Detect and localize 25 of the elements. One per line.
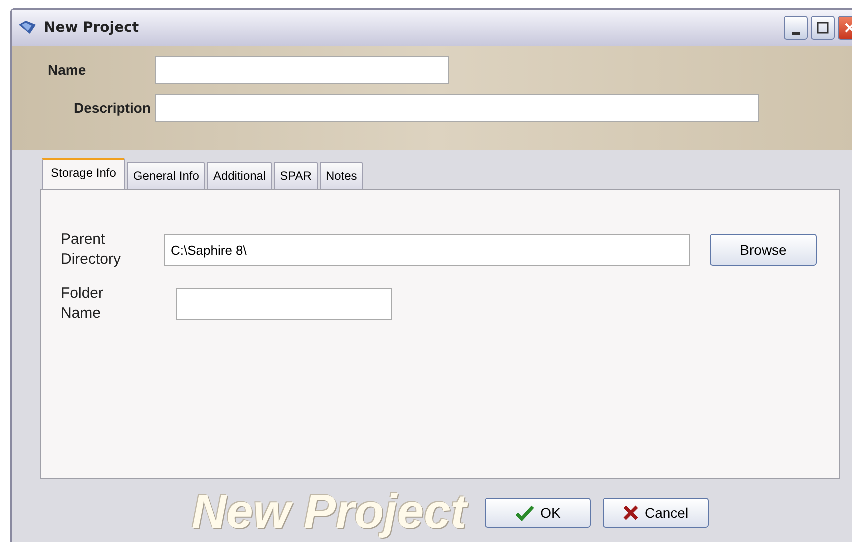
maximize-button[interactable]	[811, 16, 835, 40]
field-label: Folder Name	[61, 284, 105, 324]
app-icon	[18, 20, 38, 36]
minimize-button[interactable]	[784, 16, 808, 40]
tab[interactable]: General Info	[127, 162, 206, 189]
tab[interactable]: Additional	[207, 162, 272, 189]
ok-button[interactable]: OK	[484, 498, 591, 528]
text-field[interactable]: C:\Saphire 8\	[164, 234, 690, 266]
banner-text: New Project	[192, 486, 467, 540]
checkmark-icon	[514, 505, 535, 521]
window-title: New Project	[44, 20, 140, 36]
field-label: Name	[47, 62, 88, 78]
text-field[interactable]	[176, 288, 392, 320]
browse-button[interactable]: Browse	[710, 234, 817, 266]
field-label: Parent Directory	[61, 230, 122, 270]
tab[interactable]: Notes	[320, 162, 364, 189]
tab[interactable]: Storage Info	[42, 158, 126, 189]
minimize-icon	[792, 32, 800, 34]
maximize-icon	[817, 22, 829, 34]
field-label: Description	[72, 100, 152, 116]
cancel-button[interactable]: Cancel	[602, 498, 709, 528]
tab[interactable]: SPAR	[274, 162, 318, 189]
cross-icon	[622, 505, 639, 521]
text-field[interactable]	[155, 94, 759, 122]
text-field[interactable]	[155, 56, 449, 84]
